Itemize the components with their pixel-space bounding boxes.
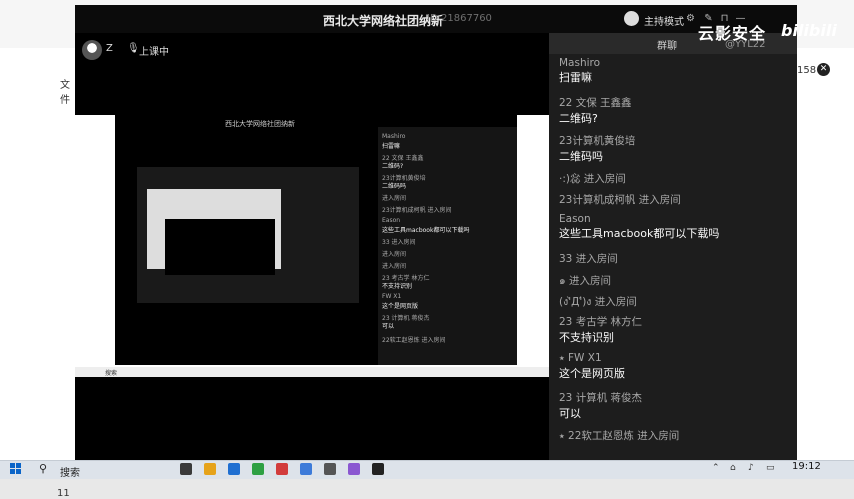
chat-join-notice: (ง'̀Д'́)ง 进入房间 (559, 293, 637, 310)
taskbar-search-label[interactable]: 搜索 (60, 464, 80, 479)
nested-chat-panel: Mashiro 扫雷嘛 22 文保 王鑫鑫 二维码? 23计算机黄俊培 二维码吗… (378, 127, 517, 365)
chat-message-text: 这些工具macbook都可以下载吗 (559, 227, 720, 240)
nested-chat-line-12: 进入房间 (382, 263, 407, 270)
nested-chat-line-14: 不支持识别 (382, 283, 413, 290)
nested-chat-line-0: Mashiro (382, 133, 406, 140)
host-mode-button[interactable]: 主持模式 (644, 13, 684, 28)
app-icon-purple[interactable] (348, 463, 360, 475)
nested-chat-line-9: 这些工具macbook都可以下载吗 (382, 227, 470, 234)
desktop-right-panel: 158 ✕ (797, 48, 854, 460)
chat-join-notice: ๑ 进入房间 (559, 272, 611, 289)
chat-join-notice: 23计算机成柯帆 进入房间 (559, 192, 681, 207)
close-circle-icon[interactable]: ✕ (817, 63, 830, 76)
chat-join-notice: ⭑ 22软工赵恩炼 进入房间 (559, 428, 679, 443)
chat-message-text: 扫雷嘛 (559, 71, 592, 84)
settings-gear-icon[interactable]: ⚙ (685, 13, 696, 24)
window-title: 西北大学网络社团纳新 (323, 14, 444, 28)
chat-message: 22 文保 王鑫鑫 二维码? (559, 95, 632, 126)
chat-message-author: Eason (559, 213, 591, 225)
search-icon[interactable]: ⚲ (39, 462, 47, 475)
taskbar-clock[interactable]: 19:12 (792, 461, 821, 472)
battery-icon[interactable]: ▭ (766, 463, 775, 473)
chat-message: Mashiro 扫雷嘛 (559, 57, 600, 85)
task-view-icon[interactable] (180, 463, 192, 475)
nested-chat-line-3: 二维码? (382, 163, 404, 170)
nested-chat-line-1: 扫雷嘛 (382, 143, 401, 150)
nested-taskbar-search: 搜索 (105, 370, 118, 377)
host-avatar-icon (624, 11, 639, 26)
chat-message: 23 计算机 蒋俊杰 可以 (559, 390, 642, 421)
chat-join-text: 23计算机成柯帆 进入房间 (559, 194, 681, 206)
nested-chat-line-6: 进入房间 (382, 195, 407, 202)
app-icon-dark[interactable] (372, 463, 384, 475)
network-icon[interactable]: ⌂ (730, 463, 736, 473)
meeting-window: 西北大学网络社团纳新 ID:21867760 主持模式 ⚙ ✎ ⊓ — Z 🎙 … (75, 5, 837, 460)
wechat-icon[interactable] (252, 463, 264, 475)
chat-join-text: 33 进入房间 (559, 253, 618, 265)
app-icon-blue[interactable] (300, 463, 312, 475)
chat-message-author: 23 考古学 林方仁 (559, 316, 643, 328)
nested-screen-level-4 (165, 219, 275, 275)
nested-chat-line-11: 进入房间 (382, 251, 407, 258)
nested-chat-line-19: 22软工赵恩炼 进入房间 (382, 337, 446, 344)
chat-join-text: ⭑ 22软工赵恩炼 进入房间 (559, 430, 680, 442)
desktop-bottom-left-label: 11 (57, 488, 70, 499)
nested-chat-line-8: Eason (382, 217, 401, 224)
chat-join-text: ๑ 进入房间 (559, 275, 612, 287)
nested-chat-line-5: 二维码吗 (382, 183, 407, 190)
room-id: ID:21867760 (427, 13, 492, 24)
watermark-uploader: @YYL22 (725, 39, 766, 50)
nested-chat-line-10: 33 进入房间 (382, 239, 416, 246)
app-icon-gray[interactable] (324, 463, 336, 475)
chat-message-text: 这个是网页版 (559, 367, 625, 380)
nested-meeting-window: 西北大学网络社团纳新 Mashiro 扫雷嘛 22 文保 王鑫鑫 二维码? 23… (115, 115, 517, 365)
nested-chat-line-18: 可以 (382, 323, 395, 330)
shared-screen: 西北大学网络社团纳新 Mashiro 扫雷嘛 22 文保 王鑫鑫 二维码? 23… (75, 115, 549, 377)
watermark-bilibili-logo: bilibili (781, 21, 837, 40)
windows-start-icon[interactable] (10, 463, 22, 475)
nested-chat-line-16: 这个是网页版 (382, 303, 419, 310)
chat-join-notice: ·:)惢 进入房间 (559, 171, 626, 186)
desktop-left-panel: 文件 11 (0, 48, 75, 499)
desktop-left-label: 文件 (60, 80, 70, 106)
chat-message: ⭑ FW X1 这个是网页版 (559, 352, 625, 381)
nested-window-title: 西北大学网络社团纳新 (225, 120, 295, 128)
microphone-icon: 🎙 (127, 43, 140, 54)
chat-message: 23计算机黄俊培 二维码吗 (559, 133, 635, 164)
presenter-name: Z (106, 43, 113, 54)
chat-message-author: 23计算机黄俊培 (559, 135, 636, 147)
chat-message-author: ⭑ FW X1 (559, 352, 602, 364)
window-titlebar: 西北大学网络社团纳新 ID:21867760 主持模式 ⚙ ✎ ⊓ — (75, 5, 797, 33)
nested-chat-line-15: FW X1 (382, 293, 402, 300)
nested-chat-line-7: 23计算机成柯帆 进入房间 (382, 207, 452, 214)
chat-panel: 群聊 Mashiro 扫雷嘛 22 文保 王鑫鑫 二维码? 23计算机黄俊培 二维码吗 ·:… (549, 33, 797, 460)
tray-chevron-icon[interactable]: ⌃ (712, 463, 720, 473)
chat-message-text: 二维码? (559, 112, 598, 125)
chat-join-text: (ง'̀Д'́)ง 进入房间 (559, 296, 637, 308)
os-taskbar (0, 460, 854, 479)
app-icon-red[interactable] (276, 463, 288, 475)
chat-message-text: 不支持识别 (559, 331, 614, 344)
chat-join-text: ·:)惢 进入房间 (559, 173, 626, 185)
volume-icon[interactable]: ♪ (748, 463, 754, 473)
file-explorer-icon[interactable] (204, 463, 216, 475)
desktop-right-counter: 158 (797, 65, 817, 76)
nested-taskbar: 搜索 (75, 367, 549, 377)
chat-message-author: 23 计算机 蒋俊杰 (559, 392, 643, 404)
chat-message-author: 22 文保 王鑫鑫 (559, 97, 632, 109)
nested-screen-level-3 (147, 189, 281, 275)
chat-message-text: 可以 (559, 407, 581, 420)
presenter-status: 上课中 (139, 47, 169, 58)
tab-group-chat[interactable]: 群聊 (657, 37, 677, 52)
presenter-avatar (82, 40, 102, 60)
chat-message-text: 二维码吗 (559, 150, 603, 163)
nested-screen-level-2 (137, 167, 359, 303)
browser-icon[interactable] (228, 463, 240, 475)
chat-message: 23 考古学 林方仁 不支持识别 (559, 314, 642, 345)
chat-message-author: Mashiro (559, 57, 601, 69)
chat-message: Eason 这些工具macbook都可以下载吗 (559, 213, 719, 241)
chat-join-notice: 33 进入房间 (559, 251, 618, 266)
